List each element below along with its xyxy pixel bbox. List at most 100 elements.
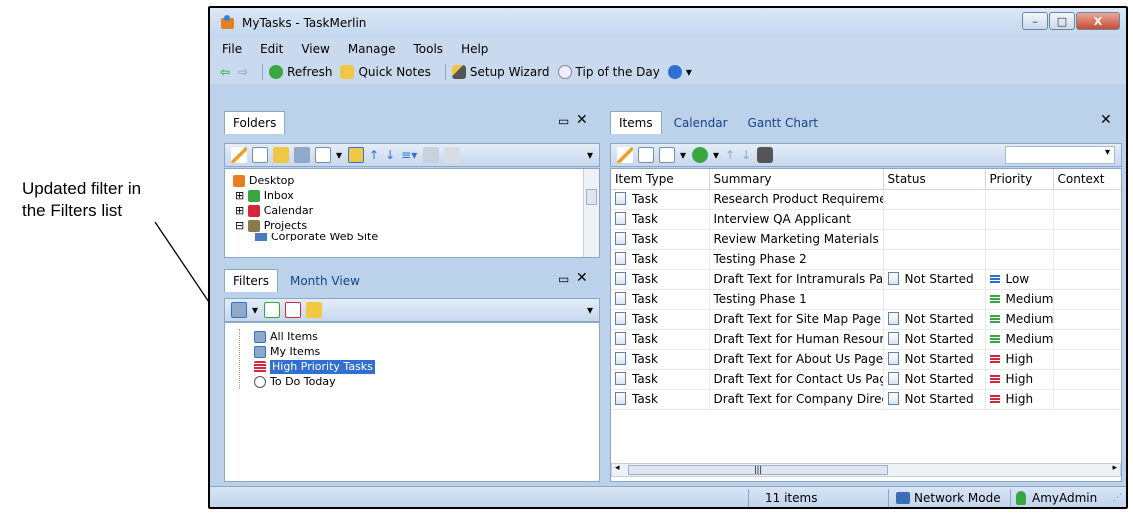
folder-corporate-web-site[interactable]: Corporate Web Site bbox=[233, 233, 378, 241]
column-header-context[interactable]: Context bbox=[1053, 169, 1121, 190]
back-arrow-icon[interactable]: ⇦ bbox=[220, 65, 230, 79]
tab-items[interactable]: Items bbox=[610, 111, 662, 134]
edit-pencil-icon[interactable] bbox=[231, 147, 247, 163]
edit-filter-icon[interactable] bbox=[264, 302, 281, 318]
tab-calendar[interactable]: Calendar bbox=[666, 112, 736, 134]
column-header-item-type[interactable]: Item Type bbox=[611, 169, 710, 190]
checkmark-icon[interactable] bbox=[692, 147, 709, 163]
chevron-down-icon[interactable]: ▾ bbox=[336, 148, 342, 162]
open-folder-icon[interactable] bbox=[306, 302, 323, 318]
table-row[interactable]: Task Draft Text for Site Map Page Not Star… bbox=[611, 309, 1121, 330]
table-row[interactable]: Task Testing Phase 2 bbox=[611, 249, 1121, 270]
folder-inbox[interactable]: ⊞ Inbox bbox=[233, 188, 378, 203]
folder-projects[interactable]: ⊟ Projects bbox=[233, 218, 378, 233]
tab-folders[interactable]: Folders bbox=[224, 111, 286, 134]
delete-icon[interactable] bbox=[444, 147, 461, 163]
folder-calendar[interactable]: ⊞ Calendar bbox=[233, 203, 378, 218]
resize-grip-icon[interactable]: ⋰ bbox=[1113, 493, 1122, 503]
menu-manage[interactable]: Manage bbox=[348, 42, 396, 56]
filter-to-do-today[interactable]: To Do Today bbox=[254, 374, 375, 389]
table-row[interactable]: Task Interview QA Applicant bbox=[611, 209, 1121, 230]
properties-icon[interactable] bbox=[252, 147, 268, 163]
column-header-priority[interactable]: Priority bbox=[985, 169, 1054, 190]
restore-pane-icon[interactable]: ▭ bbox=[558, 272, 569, 286]
column-header-status[interactable]: Status bbox=[883, 169, 986, 190]
tab-gantt-chart[interactable]: Gantt Chart bbox=[740, 112, 826, 134]
quick-notes-button[interactable]: Quick Notes bbox=[340, 65, 431, 79]
cell-summary-text: Testing Phase 2 bbox=[713, 252, 807, 266]
table-row[interactable]: Task Draft Text for Company Direc Not Star… bbox=[611, 389, 1121, 410]
filter-view-icon[interactable] bbox=[231, 302, 247, 318]
app-icon bbox=[220, 15, 236, 31]
menu-help[interactable]: Help bbox=[461, 42, 488, 56]
refresh-button[interactable]: Refresh bbox=[269, 65, 332, 79]
move-up-icon[interactable]: ↑ bbox=[369, 148, 379, 162]
cell-status bbox=[883, 249, 986, 270]
view-icon[interactable] bbox=[294, 147, 310, 163]
sort-icon[interactable]: ≡▾ bbox=[401, 148, 417, 162]
cell-priority bbox=[985, 229, 1054, 250]
print-icon[interactable] bbox=[423, 147, 440, 163]
find-icon[interactable] bbox=[757, 147, 774, 163]
close-pane-icon[interactable]: ✕ bbox=[576, 270, 588, 286]
tab-month-view[interactable]: Month View bbox=[282, 270, 368, 292]
new-item-icon[interactable] bbox=[659, 147, 675, 163]
table-row[interactable]: Task Draft Text for Intramurals Pa Not Sta… bbox=[611, 269, 1121, 290]
column-header-summary[interactable]: Summary bbox=[709, 169, 884, 190]
help-icon[interactable]: ▾ bbox=[667, 65, 692, 79]
folders-tabbar: Folders bbox=[224, 108, 289, 134]
table-row[interactable]: Task Testing Phase 1 Medium bbox=[611, 289, 1121, 310]
table-row[interactable]: Task Draft Text for About Us Page Not Star… bbox=[611, 349, 1121, 370]
toolbar-overflow-icon[interactable]: ▾ bbox=[587, 303, 593, 317]
cell-item-type: Task bbox=[611, 369, 710, 390]
close-pane-icon[interactable]: ✕ bbox=[1100, 112, 1112, 128]
filter-all-items[interactable]: All Items bbox=[254, 329, 375, 344]
tip-of-the-day-button[interactable]: Tip of the Day bbox=[557, 65, 660, 79]
minimize-button[interactable]: – bbox=[1022, 12, 1048, 30]
table-row[interactable]: Task Review Marketing Materials bbox=[611, 229, 1121, 250]
chevron-down-icon[interactable]: ▾ bbox=[680, 148, 686, 162]
filter-my-items[interactable]: My Items bbox=[254, 344, 375, 359]
table-row[interactable]: Task Draft Text for Human Resour Not Start… bbox=[611, 329, 1121, 350]
move-down-icon[interactable]: ↓ bbox=[741, 148, 751, 162]
chevron-down-icon[interactable]: ▾ bbox=[713, 148, 719, 162]
move-folder-icon[interactable] bbox=[348, 147, 365, 163]
menu-tools[interactable]: Tools bbox=[414, 42, 444, 56]
move-down-icon[interactable]: ↓ bbox=[385, 148, 395, 162]
title-bar[interactable]: MyTasks - TaskMerlin – □ X bbox=[210, 8, 1126, 38]
menu-view[interactable]: View bbox=[301, 42, 329, 56]
task-icon bbox=[615, 232, 626, 245]
table-row[interactable]: Task Draft Text for Contact Us Pag Not Sta… bbox=[611, 369, 1121, 390]
tab-filters[interactable]: Filters bbox=[224, 269, 278, 292]
cell-summary: Draft Text for Intramurals Pa bbox=[709, 269, 884, 290]
forward-arrow-icon[interactable]: ⇨ bbox=[238, 65, 248, 79]
folder-icon[interactable] bbox=[273, 147, 289, 163]
cell-summary: Draft Text for About Us Page bbox=[709, 349, 884, 370]
edit-pencil-icon[interactable] bbox=[617, 147, 633, 163]
column-header-row: Item Type Summary Status Priority Contex… bbox=[611, 169, 1121, 190]
menu-file[interactable]: File bbox=[222, 42, 242, 56]
menu-edit[interactable]: Edit bbox=[260, 42, 283, 56]
chevron-down-icon[interactable]: ▾ bbox=[252, 303, 258, 317]
setup-wizard-button[interactable]: Setup Wizard bbox=[451, 65, 550, 79]
cell-priority: Medium bbox=[985, 329, 1054, 350]
horizontal-scrollbar[interactable]: ◂ ||| ▸ bbox=[611, 463, 1121, 477]
window-title: MyTasks - TaskMerlin bbox=[242, 16, 367, 30]
maximize-button[interactable]: □ bbox=[1049, 12, 1075, 30]
delete-filter-icon[interactable] bbox=[285, 302, 302, 318]
quick-filter-dropdown[interactable]: ▾ bbox=[1005, 146, 1115, 164]
folder-desktop[interactable]: Desktop bbox=[233, 173, 378, 188]
toolbar-overflow-icon[interactable]: ▾ bbox=[587, 148, 593, 162]
restore-pane-icon[interactable]: ▭ bbox=[558, 114, 569, 128]
move-up-icon[interactable]: ↑ bbox=[725, 148, 735, 162]
cell-priority: High bbox=[985, 349, 1054, 370]
filter-high-priority-tasks[interactable]: High Priority Tasks bbox=[254, 359, 375, 374]
close-pane-icon[interactable]: ✕ bbox=[576, 112, 588, 128]
properties-icon[interactable] bbox=[638, 147, 654, 163]
main-toolbar: ⇦ ⇨ Refresh Quick Notes Setup Wizard Tip… bbox=[210, 60, 1126, 84]
folders-scrollbar[interactable] bbox=[583, 169, 599, 257]
table-row[interactable]: Task Research Product Requireme bbox=[611, 189, 1121, 210]
close-button[interactable]: X bbox=[1076, 12, 1120, 30]
current-user: AmyAdmin bbox=[1032, 491, 1098, 505]
new-item-icon[interactable] bbox=[315, 147, 331, 163]
